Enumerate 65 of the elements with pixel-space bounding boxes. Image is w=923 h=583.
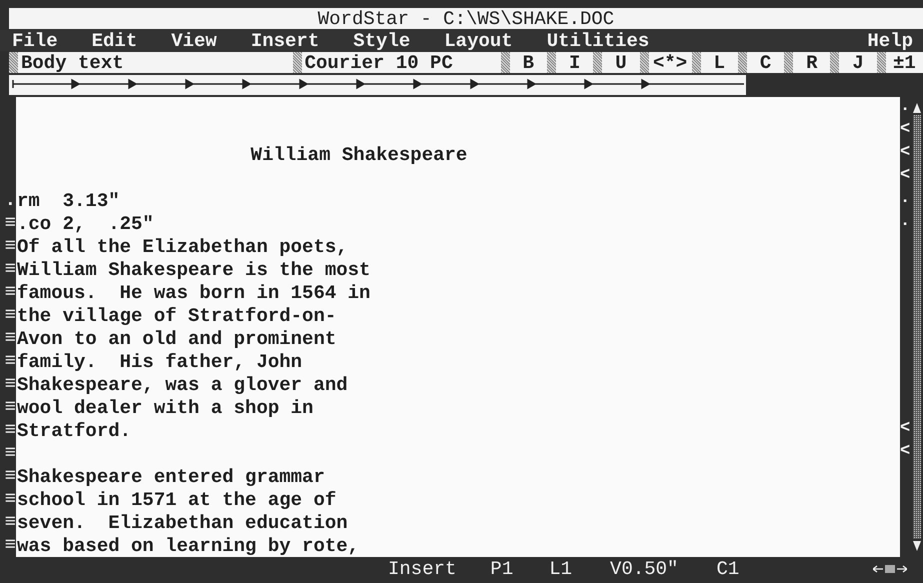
document-line: .co 2, .25" — [17, 212, 154, 234]
flag-text: ≡ — [4, 258, 16, 280]
separator-block — [593, 52, 602, 73]
horizontal-scroll-icon[interactable] — [873, 564, 907, 574]
separator-block — [500, 52, 510, 73]
flag-text: ≡ — [4, 281, 16, 303]
document-line: wool dealer with a shop in — [17, 396, 314, 418]
document-line: Of all the Elizabethan poets, — [17, 236, 348, 258]
document-line: famous. He was born in 1564 in — [17, 282, 370, 304]
flag-text: ≡ — [4, 327, 16, 349]
document-line: rm 3.13" — [17, 190, 120, 212]
marker-text: < — [900, 166, 910, 185]
marker-text: . — [900, 212, 910, 231]
flag-text: ≡ — [4, 212, 16, 234]
menu-item[interactable]: Help — [867, 30, 913, 52]
document-line: Shakespeare entered grammar — [17, 466, 325, 488]
flag-text: ≡ — [4, 465, 16, 487]
flag-text: ≡ — [4, 488, 16, 510]
style-field[interactable]: Body text — [18, 52, 293, 73]
flag-text: ≡ — [4, 534, 16, 556]
menu-item[interactable]: Edit — [92, 30, 138, 52]
document-line: family. His father, John — [17, 350, 302, 372]
line-indicator: L1 — [549, 558, 572, 580]
flag-text: ≡ — [4, 442, 16, 464]
marker-text: < — [900, 442, 910, 461]
document-line: was based on learning by rote, — [17, 534, 360, 556]
position-indicator: V0.50" — [610, 558, 678, 580]
menu-item[interactable]: Utilities — [546, 30, 650, 52]
separator-block — [547, 52, 556, 73]
marker-text: < — [900, 120, 910, 139]
document-line: William Shakespeare is the most — [17, 258, 370, 280]
flag-text: ≡ — [4, 350, 16, 372]
flag-text: ≡ — [4, 396, 16, 418]
document-line: Avon to an old and prominent — [17, 328, 336, 350]
marker-text: < — [900, 419, 910, 438]
marker-text: . — [900, 97, 910, 116]
ruler-drawing[interactable] — [9, 75, 746, 95]
heading-text: William Shakespeare — [250, 144, 468, 166]
flag-text: ≡ — [4, 419, 16, 441]
menu-item[interactable]: Layout — [444, 30, 513, 52]
menu-item[interactable]: View — [171, 30, 217, 52]
menu-item[interactable]: File — [12, 30, 58, 52]
column-indicator: C1 — [716, 558, 740, 580]
separator-block — [830, 52, 840, 73]
flag-text: ≡ — [4, 235, 16, 257]
separator-block — [292, 52, 302, 73]
document-line: school in 1571 at the age of — [17, 488, 336, 510]
menu-item[interactable]: Style — [353, 30, 410, 52]
document-line: Stratford. — [17, 420, 132, 442]
marker-text: . — [900, 189, 910, 208]
font-field[interactable]: Courier 10 PC — [302, 52, 501, 73]
flag-text: ≡ — [4, 511, 16, 533]
flag-text: ≡ — [4, 304, 16, 326]
mode-indicator: Insert — [388, 558, 456, 580]
document-line: the village of Stratford-on- — [17, 304, 336, 326]
document-line: Shakespeare, was a glover and — [17, 374, 348, 396]
marker-text: < — [900, 143, 910, 162]
flag-text: ≡ — [4, 373, 16, 395]
menu-item[interactable]: Insert — [250, 30, 320, 52]
separator-block — [784, 52, 794, 73]
flag-text: . — [4, 189, 16, 211]
separator-block — [9, 52, 18, 73]
document-line: seven. Elizabethan education — [17, 512, 348, 534]
page-indicator: P1 — [490, 558, 514, 580]
window-title: WordStar - C:\WS\SHAKE.DOC — [318, 8, 614, 30]
